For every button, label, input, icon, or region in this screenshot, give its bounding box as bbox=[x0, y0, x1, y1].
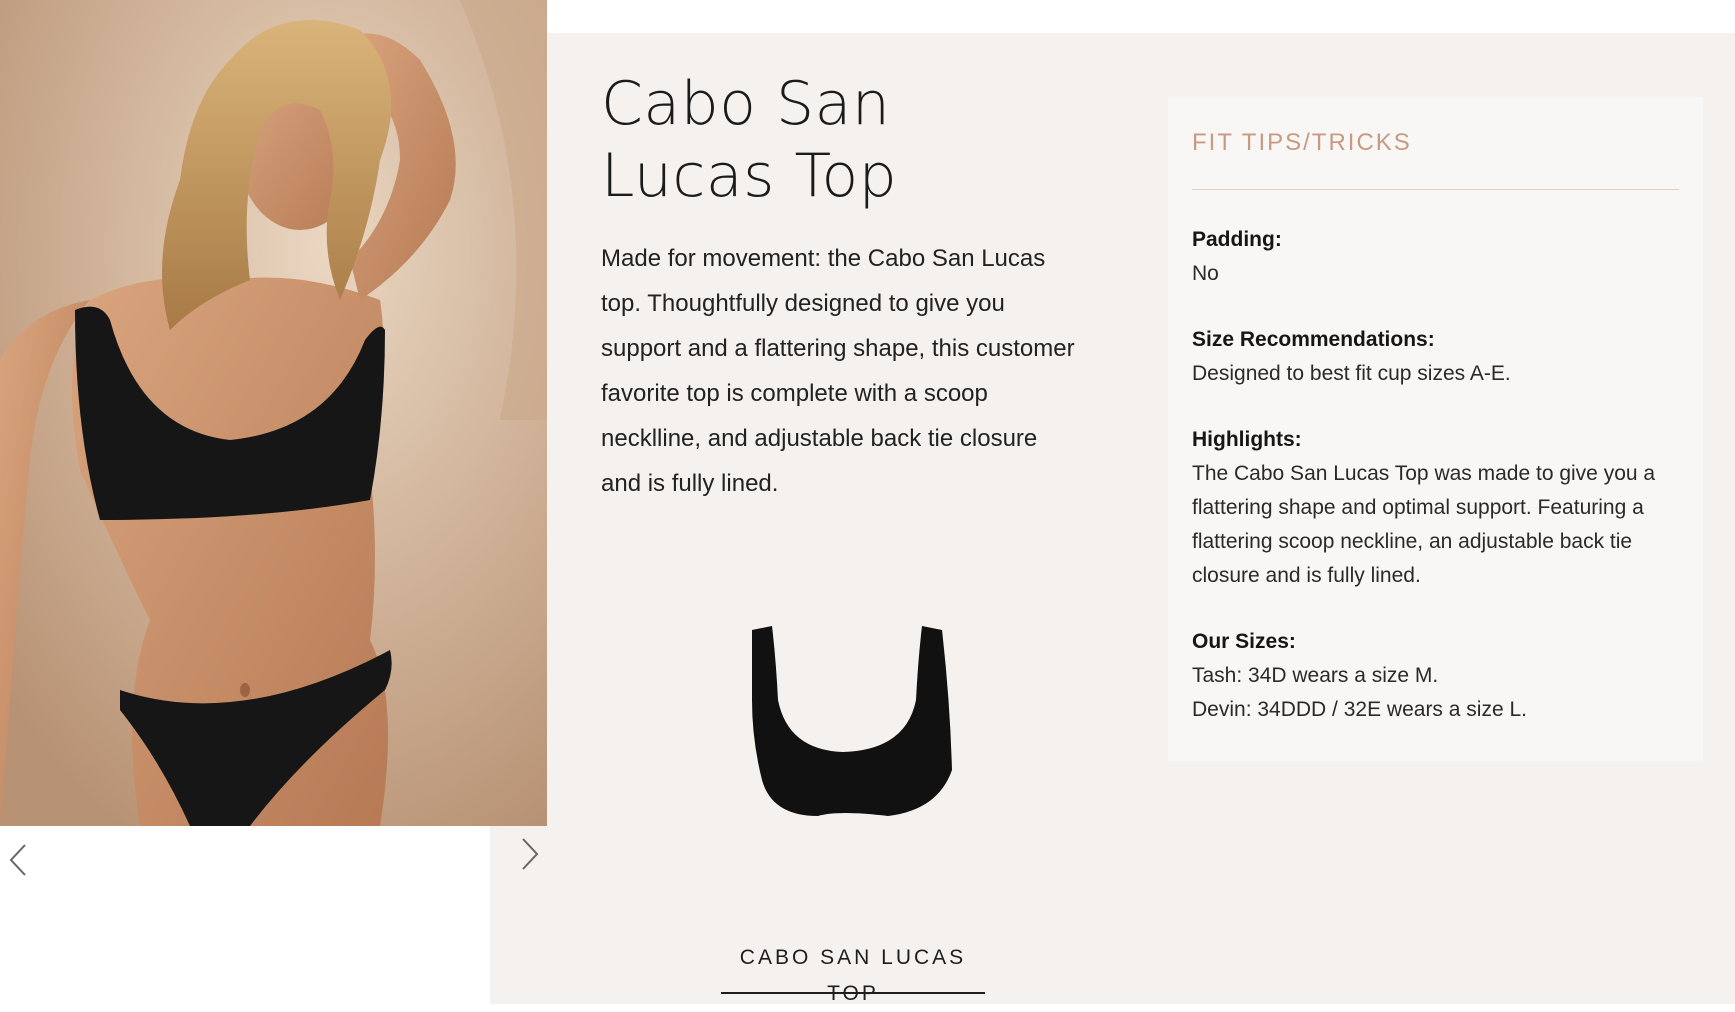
swatch-thumbnail[interactable] bbox=[738, 620, 970, 830]
fit-section-text: Devin: 34DDD / 32E wears a size L. bbox=[1192, 698, 1527, 721]
gallery-next-button[interactable] bbox=[512, 834, 548, 874]
bikini-top-swatch-image bbox=[752, 626, 952, 816]
swatch-underline bbox=[721, 992, 985, 994]
fit-section-padding: Padding: No bbox=[1192, 223, 1682, 291]
fit-section-text: Designed to best fit cup sizes A-E. bbox=[1192, 362, 1511, 385]
fit-section-highlights: Highlights: The Cabo San Lucas Top was m… bbox=[1192, 423, 1682, 593]
fit-section-our-sizes: Our Sizes: Tash: 34D wears a size M. Dev… bbox=[1192, 625, 1682, 727]
fit-tips-card: FIT TIPS/TRICKS Padding: No Size Recomme… bbox=[1168, 97, 1703, 761]
swatch-link-cabo-san-lucas-top[interactable]: CABO SAN LUCAS TOP bbox=[721, 940, 985, 1005]
chevron-left-icon bbox=[9, 844, 26, 876]
fit-tips-heading: FIT TIPS/TRICKS bbox=[1192, 129, 1412, 156]
fit-section-label: Padding: bbox=[1192, 228, 1282, 251]
fit-section-label: Our Sizes: bbox=[1192, 630, 1296, 653]
fit-section-text: The Cabo San Lucas Top was made to give … bbox=[1192, 462, 1656, 587]
gallery-prev-button[interactable] bbox=[0, 840, 36, 880]
fit-section-label: Size Recommendations: bbox=[1192, 328, 1435, 351]
chevron-right-icon bbox=[522, 838, 539, 870]
fit-section-text: Tash: 34D wears a size M. bbox=[1192, 664, 1439, 687]
fit-section-size-recommendations: Size Recommendations: Designed to best f… bbox=[1192, 323, 1682, 391]
fit-section-label: Highlights: bbox=[1192, 428, 1302, 451]
fit-section-text: No bbox=[1192, 262, 1219, 285]
model-photo[interactable] bbox=[0, 0, 547, 826]
model-photo-illustration bbox=[0, 0, 547, 826]
product-description: Made for movement: the Cabo San Lucas to… bbox=[601, 245, 1075, 497]
product-title: Cabo San Lucas Top bbox=[601, 69, 898, 211]
swatch-link-label: CABO SAN LUCAS TOP bbox=[739, 946, 967, 1005]
fit-tips-divider bbox=[1192, 189, 1679, 190]
